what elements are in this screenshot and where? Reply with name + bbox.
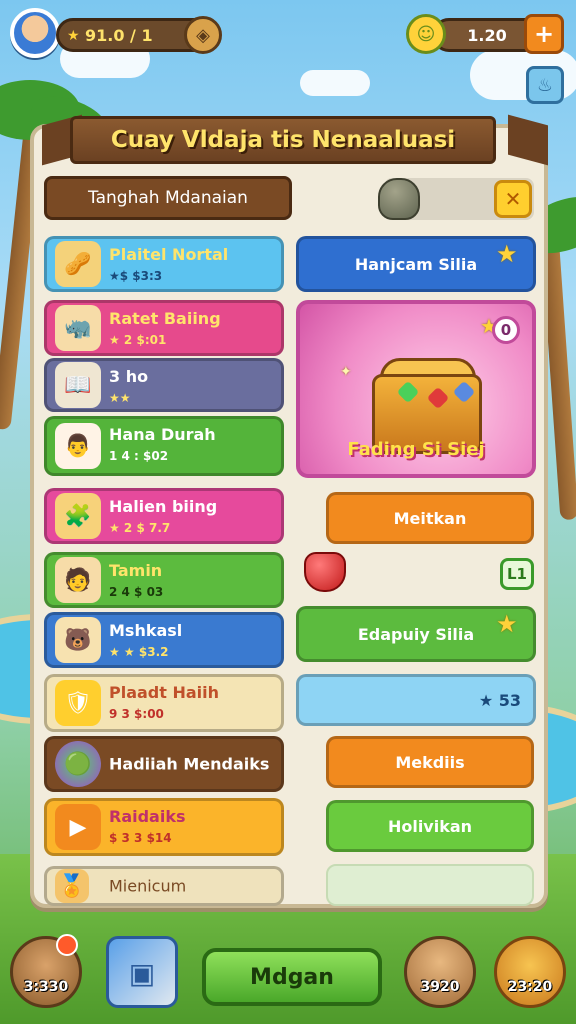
lamp-button[interactable]: ♨ xyxy=(526,66,564,104)
basket-icon: 🥜 xyxy=(55,241,101,287)
item-name: Tamin xyxy=(109,561,163,580)
item-name: Raidaiks xyxy=(109,807,186,826)
item-sub: ★ 2 $ 7.7 xyxy=(109,521,171,535)
item-sub: ★★ xyxy=(109,391,131,405)
item-sub: 2 4 $ 03 xyxy=(109,585,164,599)
sparkle-icon: ✦ xyxy=(340,364,352,380)
edapuiy-label: Edapuiy Silia xyxy=(357,624,475,644)
gift-box-button[interactable]: ▣ xyxy=(106,936,178,1008)
list-item-mienicum[interactable]: 🏅 Mienicum xyxy=(44,866,284,906)
star-icon: ★ xyxy=(496,610,518,638)
item-sub: $ 3 3 $14 xyxy=(109,831,172,845)
treasure-chest-card[interactable]: ★ ✦ 0 Fading Si Siej xyxy=(296,300,536,478)
item-name: Ratet Baiing xyxy=(109,309,221,328)
hanjcam-label: Hanjcam Silia xyxy=(354,254,478,274)
item-name: Plaadt Haiih xyxy=(109,683,220,702)
top-bar: ★ 91.0 / 1 ◈ 1.20 ☺ + xyxy=(0,6,576,58)
badge-icon: 🏅 xyxy=(55,869,89,903)
mekdiis-button[interactable]: Mekdiis xyxy=(326,736,534,788)
item-name: 3 ho xyxy=(109,367,149,386)
orb-icon: 🟢 xyxy=(55,741,101,787)
currency-right-value: 1.20 xyxy=(467,25,507,45)
item-name: Mshkasl xyxy=(109,621,183,640)
person-icon: 🧑 xyxy=(55,557,101,603)
bottom-right-value: 23:20 xyxy=(507,979,553,995)
play-icon: ▶ xyxy=(55,804,101,850)
rock-icon[interactable] xyxy=(378,178,420,220)
meitkan-label: Meitkan xyxy=(393,508,467,528)
item-name: Halien biing xyxy=(109,497,218,516)
category-header-button[interactable]: Tanghah Mdanaian xyxy=(44,176,292,220)
list-item-hadiiah[interactable]: 🟢 Hadiiah Mendaiks xyxy=(44,736,284,792)
plus-icon: + xyxy=(533,20,555,48)
list-item-ratet[interactable]: 🦏 Ratet Baiing ★ 2 $:01 xyxy=(44,300,284,356)
star-counter-value: ★ 53 xyxy=(478,690,521,710)
chest-label: Fading Si Siej xyxy=(347,439,485,460)
meitkan-button[interactable]: Meitkan xyxy=(326,492,534,544)
close-icon: ✕ xyxy=(504,187,522,211)
item-name: Mienicum xyxy=(109,876,187,896)
bear-value: 3920 xyxy=(420,979,460,995)
item-name: Hadiiah Mendaiks xyxy=(109,754,270,774)
item-name: Hana Durah xyxy=(109,425,216,444)
level-badge: L1 xyxy=(500,558,534,590)
player-avatar[interactable] xyxy=(10,8,60,58)
main-action-button[interactable]: Mdgan xyxy=(202,948,382,1006)
swap-button[interactable]: ◈ xyxy=(184,16,222,54)
bear-button[interactable]: 3920 xyxy=(404,936,476,1008)
list-item-3ho[interactable]: 📖 3 ho ★★ xyxy=(44,358,284,412)
resource-stack-button[interactable]: 23:20 xyxy=(494,936,566,1008)
lamp-icon: ♨ xyxy=(536,74,554,96)
holivikan-button[interactable]: Holivikan xyxy=(326,800,534,852)
character-icon: 🦏 xyxy=(55,305,101,351)
item-sub: ★$ $3:3 xyxy=(109,269,163,283)
ruby-icon xyxy=(304,552,346,592)
list-item-plaitel[interactable]: 🥜 Plaitel Nortal ★$ $3:3 xyxy=(44,236,284,292)
mekdiis-label: Mekdiis xyxy=(395,752,465,772)
list-item-halien[interactable]: 🧩 Halien biing ★ 2 $ 7.7 xyxy=(44,488,284,544)
shield-icon: 🛡 xyxy=(55,680,101,726)
book-icon: 📖 xyxy=(55,362,101,408)
list-item-tamin[interactable]: 🧑 Tamin 2 4 $ 03 xyxy=(44,552,284,608)
list-item-hana[interactable]: 👨 Hana Durah 1 4 : $02 xyxy=(44,416,284,476)
holivikan-label: Holivikan xyxy=(387,816,473,836)
item-sub: 9 3 $:00 xyxy=(109,707,164,721)
panel-title: Cuay Vldaja tis Nenaaluasi xyxy=(70,116,496,164)
item-sub: ★ 2 $:01 xyxy=(109,333,167,347)
empty-slot xyxy=(326,864,534,906)
list-item-mshkasl[interactable]: 🐻 Mshkasl ★ ★ $3.2 xyxy=(44,612,284,668)
treasure-icon: 🧩 xyxy=(55,493,101,539)
pet-icon: 🐻 xyxy=(55,617,101,663)
cloud xyxy=(300,70,370,96)
sun-icon: ☺ xyxy=(406,14,446,54)
star-icon: ★ xyxy=(496,240,518,268)
chest-count-badge: 0 xyxy=(492,316,520,344)
star-counter-bar: ★ 53 xyxy=(296,674,536,726)
list-item-raidaiks[interactable]: ▶ Raidaiks $ 3 3 $14 xyxy=(44,798,284,856)
item-sub: 1 4 : $02 xyxy=(109,449,169,463)
item-sub: ★ ★ $3.2 xyxy=(109,645,169,659)
chef-icon: 👨 xyxy=(55,423,101,469)
close-button[interactable]: ✕ xyxy=(494,180,532,218)
gift-box-icon: ▣ xyxy=(128,957,156,990)
notification-dot xyxy=(56,934,78,956)
coin-icon: ★ xyxy=(67,28,80,44)
add-currency-button[interactable]: + xyxy=(524,14,564,54)
currency-left-value: 91.0 / 1 xyxy=(85,25,153,45)
bottom-left-value: 3:330 xyxy=(23,979,69,995)
swap-icon: ◈ xyxy=(196,24,210,46)
item-name: Plaitel Nortal xyxy=(109,245,229,264)
list-item-plaadt[interactable]: 🛡 Plaadt Haiih 9 3 $:00 xyxy=(44,674,284,732)
